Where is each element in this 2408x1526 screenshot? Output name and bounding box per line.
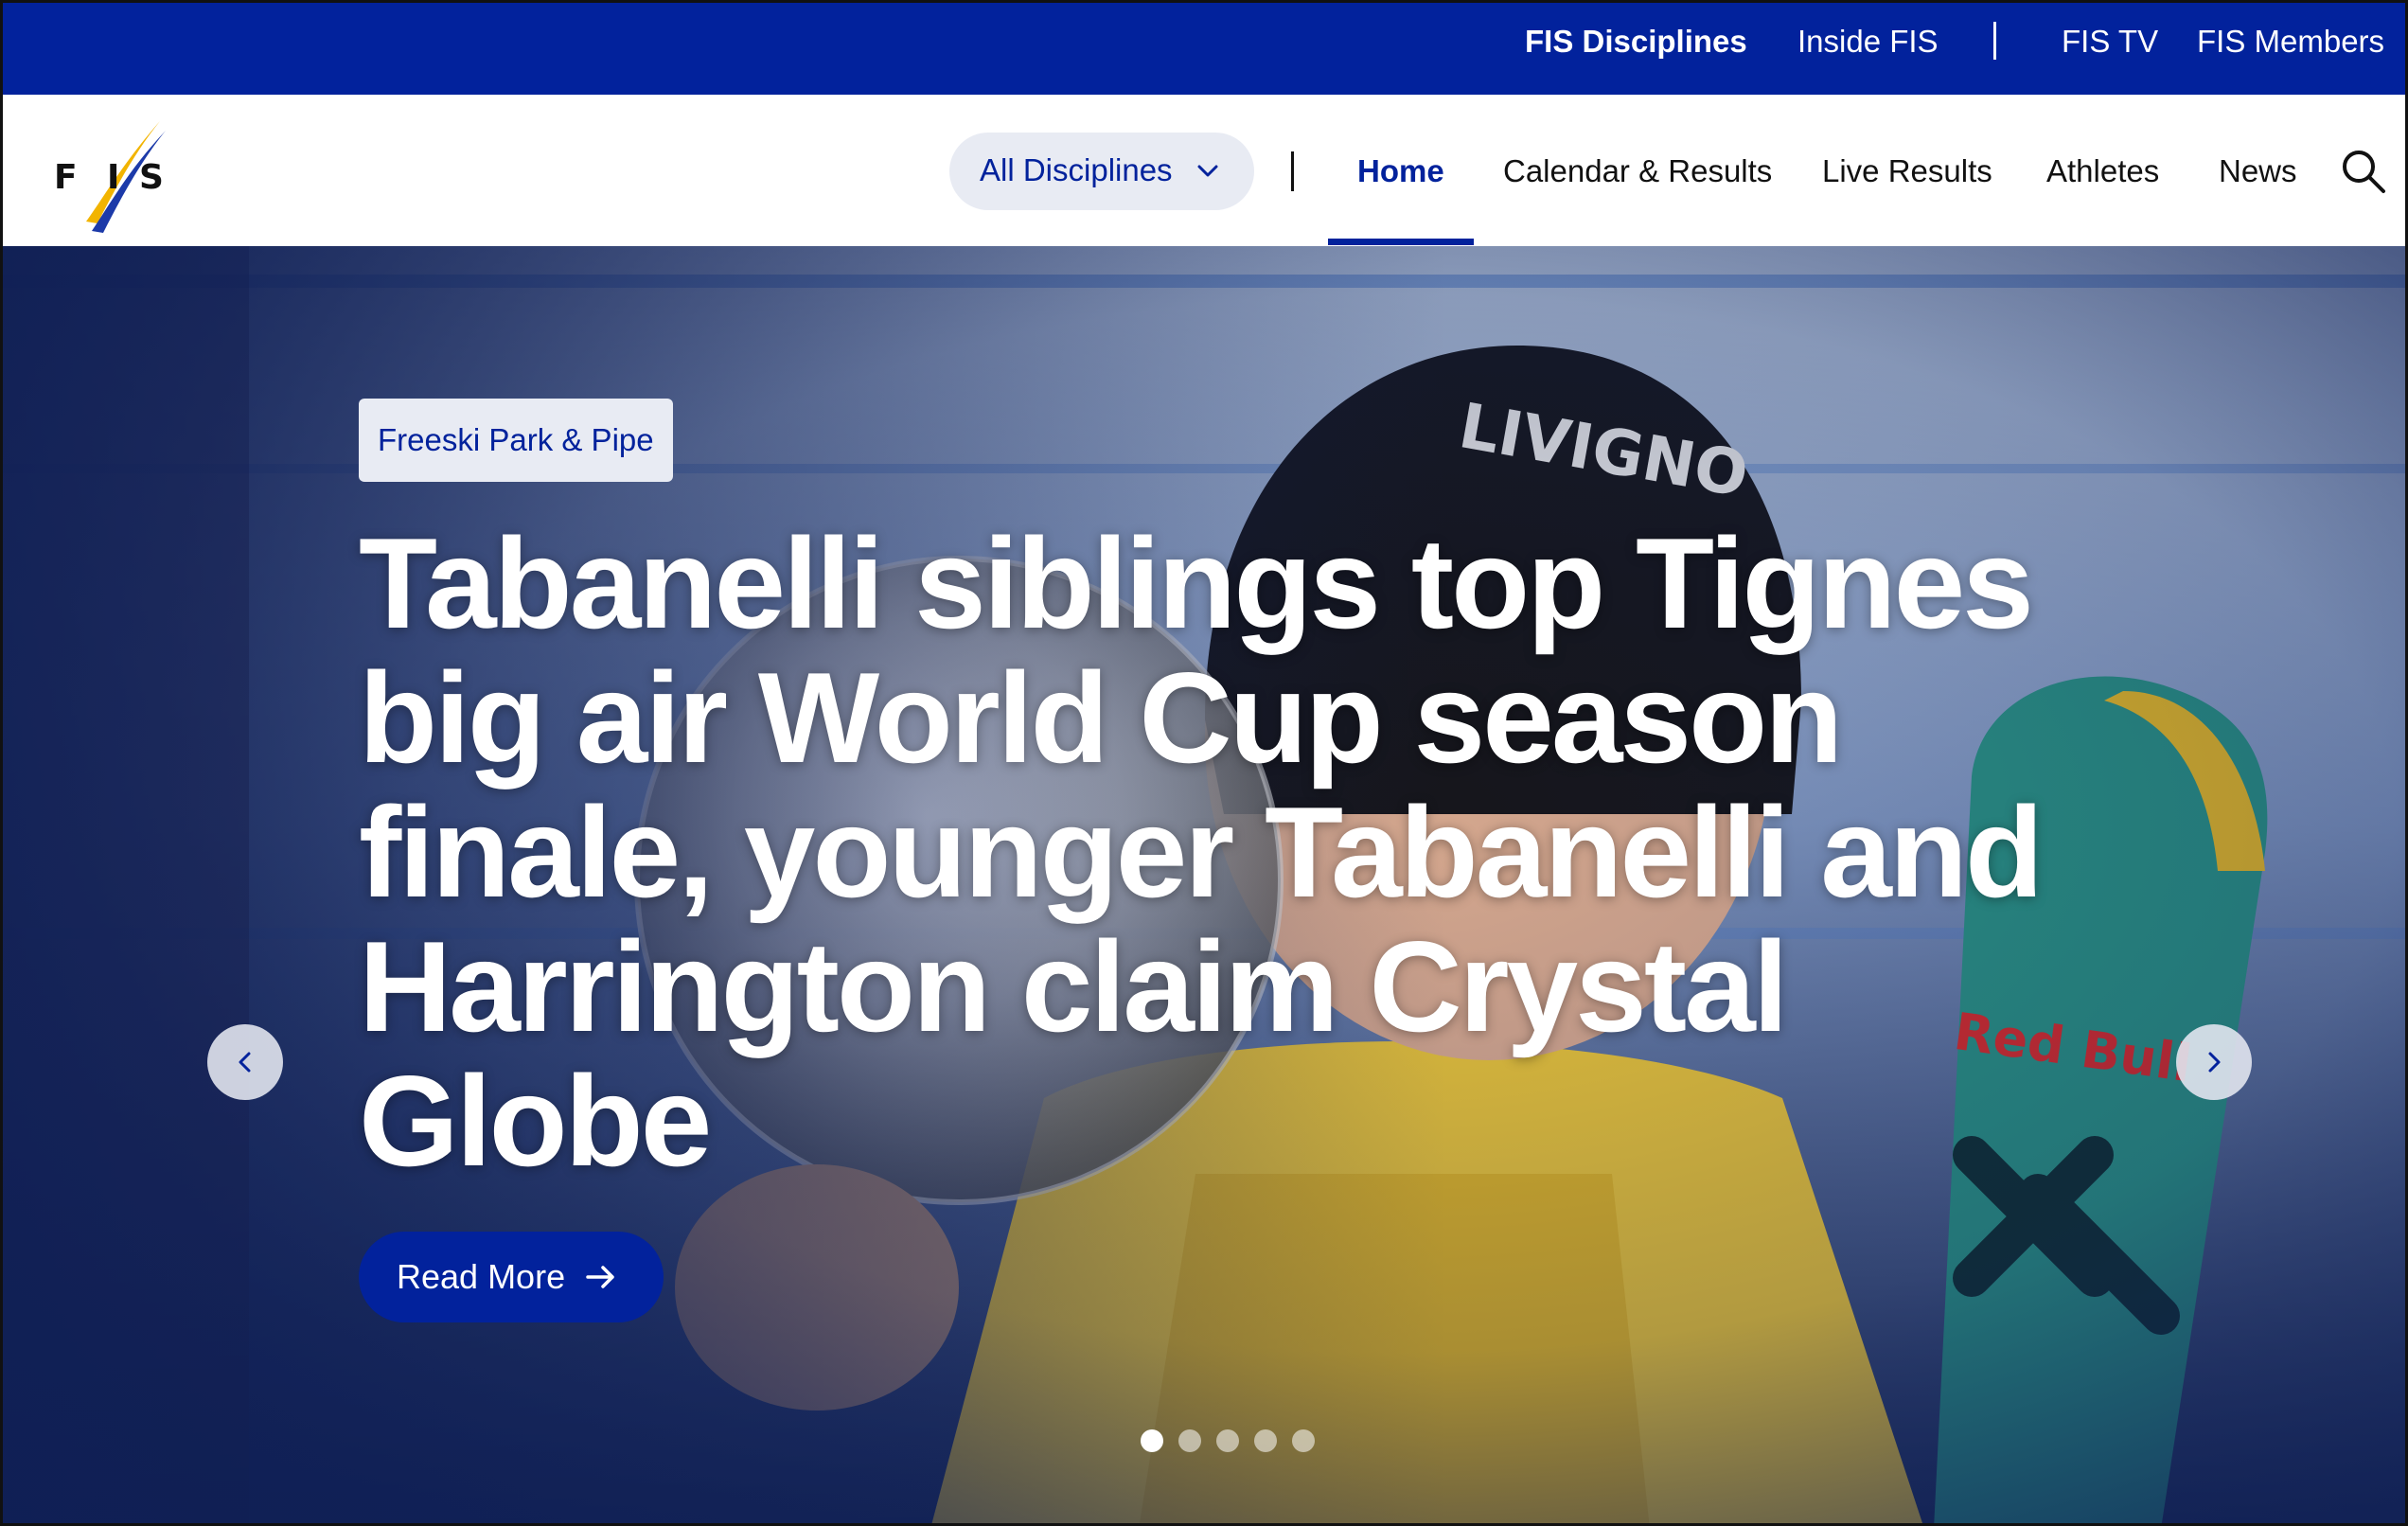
nav-item-live-results[interactable]: Live Results [1822, 151, 1992, 191]
hero-category-tag[interactable]: Freeski Park & Pipe [359, 399, 673, 482]
nav-active-indicator [1328, 239, 1474, 245]
main-navigation: F I S All Disciplines Home Calendar & Re… [3, 95, 2405, 246]
nav-item-calendar-results[interactable]: Calendar & Results [1503, 151, 1772, 191]
carousel-dot-3[interactable] [1216, 1429, 1239, 1452]
search-button[interactable] [2339, 147, 2388, 196]
carousel-dot-1[interactable] [1141, 1429, 1163, 1452]
hero-carousel: LIVIGNO Red Bull Freeski Park & Pipe Tab… [3, 246, 2405, 1523]
carousel-dot-4[interactable] [1254, 1429, 1277, 1452]
topbar-link-fis-members[interactable]: FIS Members [2197, 22, 2384, 62]
nav-item-news[interactable]: News [2219, 151, 2297, 191]
chevron-down-icon [1197, 165, 1218, 177]
svg-text:I: I [107, 158, 119, 197]
topbar-link-fis-tv[interactable]: FIS TV [2062, 22, 2158, 62]
topbar-link-fis-disciplines[interactable]: FIS Disciplines [1525, 22, 1747, 62]
arrow-right-icon [586, 1266, 614, 1288]
chevron-left-icon [239, 1052, 251, 1073]
nav-item-athletes[interactable]: Athletes [2046, 151, 2159, 191]
all-disciplines-label: All Disciplines [980, 152, 1173, 187]
browser-viewport: FIS Disciplines Inside FIS FIS TV FIS Me… [0, 0, 2408, 1526]
svg-text:F: F [54, 158, 78, 197]
hero-headline[interactable]: Tabanelli siblings top Tignes big air Wo… [359, 516, 2044, 1188]
top-utility-bar: FIS Disciplines Inside FIS FIS TV FIS Me… [3, 3, 2405, 95]
topbar-divider [1993, 22, 1996, 60]
read-more-button[interactable]: Read More [359, 1232, 664, 1322]
svg-text:S: S [139, 158, 164, 197]
fis-logo[interactable]: F I S [48, 110, 171, 233]
chevron-right-icon [2208, 1052, 2221, 1073]
fis-logo-mark: F I S [54, 121, 166, 233]
all-disciplines-dropdown[interactable]: All Disciplines [949, 133, 1254, 210]
carousel-dot-5[interactable] [1292, 1429, 1315, 1452]
carousel-prev-button[interactable] [207, 1024, 283, 1100]
carousel-next-button[interactable] [2176, 1024, 2252, 1100]
search-icon [2343, 151, 2385, 193]
read-more-label: Read More [397, 1257, 566, 1296]
topbar-link-inside-fis[interactable]: Inside FIS [1797, 22, 1939, 62]
nav-item-home[interactable]: Home [1357, 151, 1444, 191]
nav-divider [1291, 151, 1294, 191]
carousel-dot-2[interactable] [1178, 1429, 1201, 1452]
